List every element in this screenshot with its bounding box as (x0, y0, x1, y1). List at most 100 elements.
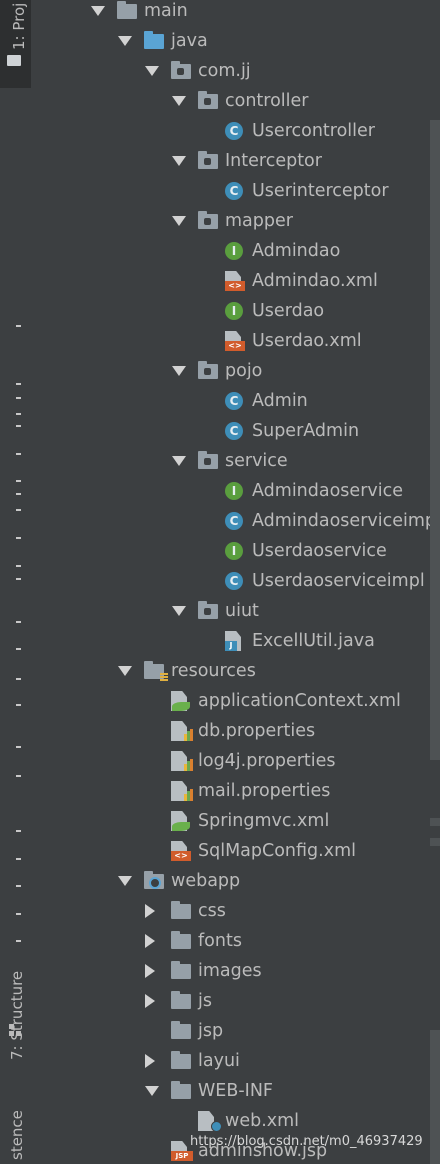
tree-node-interceptor[interactable]: Interceptor (31, 146, 440, 176)
tree-node-label: Admindaoserviceimpl (252, 511, 440, 531)
tree-node-css[interactable]: css (31, 896, 440, 926)
expand-arrow-icon[interactable] (145, 1086, 159, 1096)
tree-node-label: SqlMapConfig.xml (198, 841, 356, 861)
package-icon (198, 151, 218, 169)
tree-node-sqlmapconfig-xml[interactable]: <> SqlMapConfig.xml (31, 836, 440, 866)
expand-arrow-icon[interactable] (172, 456, 186, 466)
tab-structure[interactable]: 7: Structure (0, 960, 31, 1080)
tree-node-web-xml[interactable]: web.xml (31, 1106, 440, 1136)
properties-file-icon (171, 781, 194, 801)
tree-node-jsp[interactable]: jsp (31, 1016, 440, 1046)
folder-icon (171, 931, 191, 949)
folder-icon (171, 1051, 191, 1069)
sidebar-divider (16, 830, 21, 832)
collapse-arrow-icon[interactable] (145, 964, 155, 978)
tree-node-js[interactable]: js (31, 986, 440, 1016)
collapse-arrow-icon[interactable] (145, 994, 155, 1008)
expand-arrow-icon[interactable] (172, 366, 186, 376)
xml-file-icon: <> (225, 271, 245, 291)
project-tree[interactable]: main java com.jj controller C Usercontroller I… (31, 0, 440, 1164)
tree-node-label: db.properties (198, 721, 316, 741)
expand-arrow-icon[interactable] (91, 6, 105, 16)
tree-node-userdaoservice[interactable]: I Userdaoservice (31, 536, 440, 566)
tree-node-uiut[interactable]: uiut (31, 596, 440, 626)
sidebar-divider (16, 325, 21, 327)
scrollbar-thumb[interactable] (430, 120, 440, 760)
tree-node-admin[interactable]: C Admin (31, 386, 440, 416)
tree-node-userdao-xml[interactable]: <> Userdao.xml (31, 326, 440, 356)
sidebar-divider (16, 858, 21, 860)
tree-node-excellutil-java[interactable]: J ExcellUtil.java (31, 626, 440, 656)
tree-node-label: main (144, 1, 188, 21)
tree-node-label: Admindao (252, 241, 341, 261)
tree-node-superadmin[interactable]: C SuperAdmin (31, 416, 440, 446)
tree-node-com-jj[interactable]: com.jj (31, 56, 440, 86)
tree-node-label: controller (225, 91, 309, 111)
interface-icon: I (225, 242, 243, 260)
properties-file-icon (171, 751, 194, 771)
tree-node-service[interactable]: service (31, 446, 440, 476)
tree-node-controller[interactable]: controller (31, 86, 440, 116)
tree-node-usercontroller[interactable]: C Usercontroller (31, 116, 440, 146)
sidebar-divider (16, 565, 21, 567)
tab-persistence[interactable]: stence (0, 1100, 31, 1164)
properties-file-icon (171, 721, 194, 741)
expand-arrow-icon[interactable] (118, 36, 132, 46)
expand-arrow-icon[interactable] (118, 666, 132, 676)
class-icon: C (225, 422, 243, 440)
expand-arrow-icon[interactable] (172, 156, 186, 166)
tree-node-layui[interactable]: layui (31, 1046, 440, 1076)
tree-node-admindaoservice[interactable]: I Admindaoservice (31, 476, 440, 506)
tree-node-main[interactable]: main (31, 0, 440, 26)
tree-node-label: Userdao (252, 301, 325, 321)
tree-node-images[interactable]: images (31, 956, 440, 986)
collapse-arrow-icon[interactable] (145, 904, 155, 918)
collapse-arrow-icon[interactable] (145, 934, 155, 948)
folder-icon (171, 991, 191, 1009)
scrollbar-thumb[interactable] (430, 1030, 440, 1164)
tree-node-applicationcontext-xml[interactable]: applicationContext.xml (31, 686, 440, 716)
tree-node-log4j-properties[interactable]: log4j.properties (31, 746, 440, 776)
resources-folder-icon (144, 661, 168, 682)
tree-node-admindaoserviceimpl[interactable]: C Admindaoserviceimpl (31, 506, 440, 536)
package-icon (198, 91, 218, 109)
tree-node-userdao[interactable]: I Userdao (31, 296, 440, 326)
tree-node-admindao[interactable]: I Admindao (31, 236, 440, 266)
collapse-arrow-icon[interactable] (145, 1054, 155, 1068)
tree-node-pojo[interactable]: pojo (31, 356, 440, 386)
tab-structure-label: 7: Structure (8, 970, 26, 1060)
tree-node-java[interactable]: java (31, 26, 440, 56)
package-icon (198, 601, 218, 619)
folder-icon (7, 55, 21, 66)
sidebar-divider (16, 537, 21, 539)
expand-arrow-icon[interactable] (145, 66, 159, 76)
xml-file-icon: <> (225, 331, 245, 351)
tree-node-userinterceptor[interactable]: C Userinterceptor (31, 176, 440, 206)
tree-node-label: mail.properties (198, 781, 331, 801)
tree-node-db-properties[interactable]: db.properties (31, 716, 440, 746)
tree-node-mail-properties[interactable]: mail.properties (31, 776, 440, 806)
class-icon: C (225, 572, 243, 590)
interface-icon: I (225, 542, 243, 560)
tree-node-web-inf[interactable]: WEB-INF (31, 1076, 440, 1106)
java-file-icon: J (225, 631, 245, 651)
tree-node-admindao-xml[interactable]: <> Admindao.xml (31, 266, 440, 296)
expand-arrow-icon[interactable] (172, 606, 186, 616)
tree-node-label: images (198, 961, 262, 981)
expand-arrow-icon[interactable] (172, 216, 186, 226)
sidebar-divider (16, 621, 21, 623)
tree-node-label: Userinterceptor (252, 181, 389, 201)
tree-node-userdaoserviceimpl[interactable]: C Userdaoserviceimpl (31, 566, 440, 596)
tree-node-fonts[interactable]: fonts (31, 926, 440, 956)
tree-node-label: Userdaoserviceimpl (252, 571, 425, 591)
expand-arrow-icon[interactable] (118, 876, 132, 886)
sidebar-divider (16, 509, 21, 511)
expand-arrow-icon[interactable] (172, 96, 186, 106)
tree-node-resources[interactable]: resources (31, 656, 440, 686)
tree-node-mapper[interactable]: mapper (31, 206, 440, 236)
tree-node-webapp[interactable]: webapp (31, 866, 440, 896)
tab-project[interactable]: 1: Proj (0, 0, 31, 88)
tree-node-springmvc-xml[interactable]: Springmvc.xml (31, 806, 440, 836)
tree-node-label: Admin (252, 391, 308, 411)
sidebar-divider (16, 704, 21, 706)
